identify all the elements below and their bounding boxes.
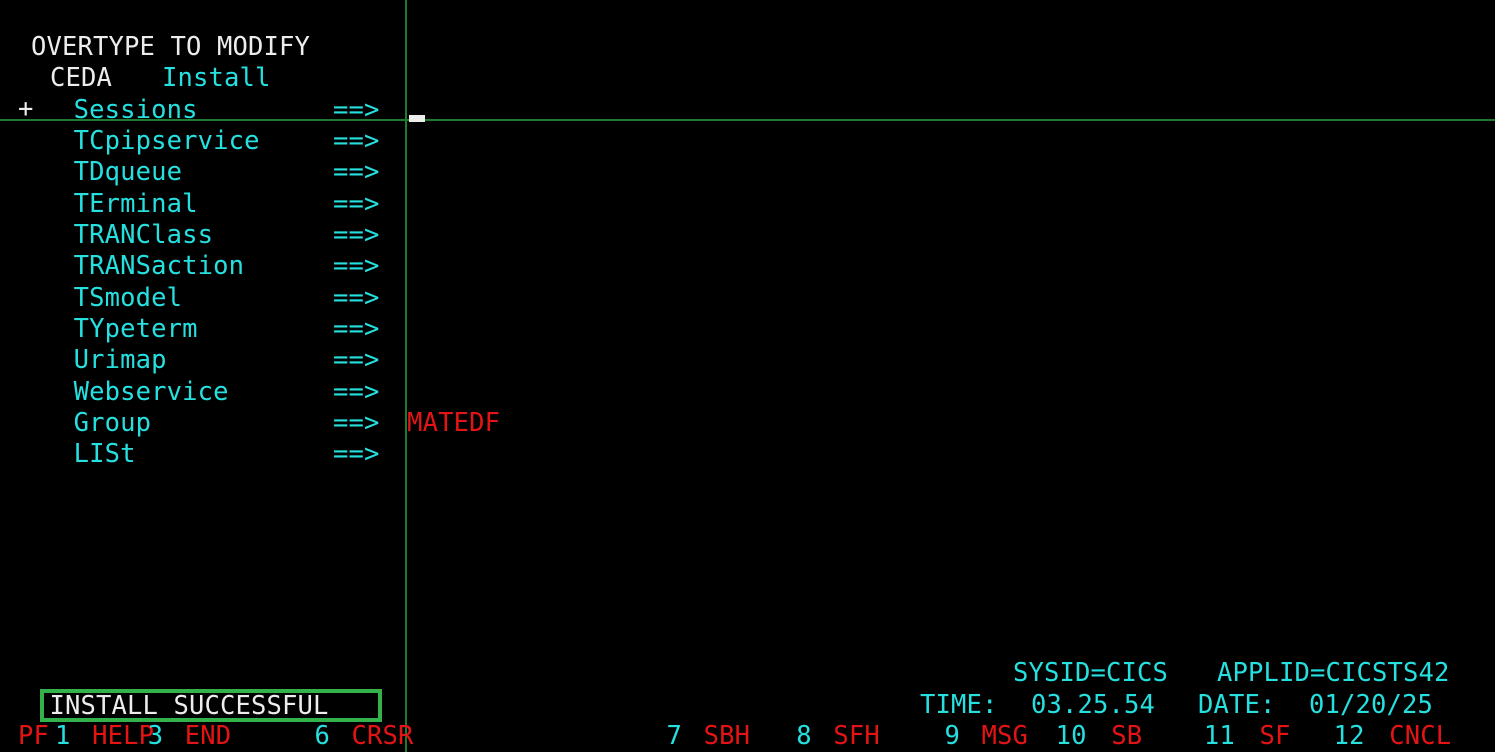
pf-key-label-sf[interactable]: SF <box>1260 721 1291 752</box>
field-arrow-urimap: ==> <box>333 345 380 376</box>
field-arrow-list: ==> <box>333 439 380 470</box>
field-arrow-terminal: ==> <box>333 188 380 219</box>
time-value: 03.25.54 <box>1031 690 1156 720</box>
field-arrow-tdqueue: ==> <box>333 157 380 188</box>
pf-key-number-9[interactable]: 9 <box>945 721 961 752</box>
field-value-typeterm[interactable] <box>407 314 555 345</box>
cursor-horizontal-rule <box>0 119 1495 122</box>
field-arrow-group: ==> <box>333 408 380 439</box>
field-value-urimap[interactable] <box>407 345 555 376</box>
field-label-tdqueue: TDqueue <box>73 157 183 188</box>
applid-label: APPLID=CICSTS42 <box>1217 658 1450 688</box>
field-arrow-webservice: ==> <box>333 376 380 407</box>
field-label-transaction: TRANSaction <box>73 251 245 282</box>
field-arrow-tcpipservice: ==> <box>333 126 380 157</box>
sysid-label: SYSID=CICS <box>1013 658 1169 688</box>
pf-key-number-11[interactable]: 11 <box>1204 721 1235 752</box>
field-label-tranclass: TRANClass <box>73 220 214 251</box>
field-value-tranclass[interactable] <box>407 220 555 251</box>
pf-key-label-cncl[interactable]: CNCL <box>1389 721 1451 752</box>
pf-key-label-msg[interactable]: MSG <box>982 721 1029 752</box>
field-value-tsmodel[interactable] <box>407 283 555 314</box>
field-value-sessions[interactable] <box>407 95 555 126</box>
field-label-tcpipservice: TCpipservice <box>73 126 260 157</box>
pf-key-label-help[interactable]: HELP <box>92 721 154 752</box>
field-label-webservice: Webservice <box>73 376 229 407</box>
field-value-tdqueue[interactable] <box>407 157 555 188</box>
field-label-tsmodel: TSmodel <box>73 282 183 313</box>
field-value-list[interactable] <box>407 439 555 470</box>
pf-key-number-10[interactable]: 10 <box>1056 721 1087 752</box>
field-value-webservice[interactable] <box>407 377 555 408</box>
field-label-typeterm: TYpeterm <box>73 314 198 345</box>
field-label-urimap: Urimap <box>73 345 167 376</box>
pf-key-label-sfh[interactable]: SFH <box>833 721 880 752</box>
status-message-box: INSTALL SUCCESSFUL <box>39 689 383 723</box>
pf-key-number-1[interactable]: 1 <box>55 721 71 752</box>
field-arrow-tsmodel: ==> <box>333 282 380 313</box>
scroll-up-indicator[interactable]: + <box>18 94 34 125</box>
field-value-terminal[interactable] <box>407 189 555 220</box>
field-label-terminal: TErminal <box>73 188 198 219</box>
date-label: DATE: <box>1198 690 1276 720</box>
field-arrow-typeterm: ==> <box>333 314 380 345</box>
field-arrow-sessions: ==> <box>333 94 380 125</box>
field-label-list: LISt <box>73 439 136 470</box>
pf-key-number-6[interactable]: 6 <box>314 721 330 752</box>
date-value: 01/20/25 <box>1309 690 1434 720</box>
terminal-screen[interactable]: OVERTYPE TO MODIFY CEDA Install + Sessio… <box>0 0 1495 752</box>
field-label-group: Group <box>73 408 152 439</box>
field-value-transaction[interactable] <box>407 251 555 282</box>
status-message-text: INSTALL SUCCESSFUL <box>49 691 329 722</box>
pf-key-label-sb[interactable]: SB <box>1111 721 1142 752</box>
pf-key-number-3[interactable]: 3 <box>148 721 164 752</box>
field-arrow-tranclass: ==> <box>333 220 380 251</box>
command-name: Install <box>162 63 271 93</box>
pf-key-number-7[interactable]: 7 <box>667 721 683 752</box>
overtype-hint: OVERTYPE TO MODIFY <box>31 32 311 62</box>
pf-key-number-12[interactable]: 12 <box>1334 721 1365 752</box>
pf-key-number-8[interactable]: 8 <box>796 721 812 752</box>
pf-key-label-sbh[interactable]: SBH <box>704 721 751 752</box>
field-value-tcpipservice[interactable] <box>407 126 555 157</box>
pf-prefix-label: PF <box>18 721 50 752</box>
field-arrow-transaction: ==> <box>333 251 380 282</box>
field-label-sessions: Sessions <box>73 94 198 125</box>
field-value-group[interactable]: MATEDF <box>407 408 555 439</box>
pf-key-label-crsr[interactable]: CRSR <box>352 721 414 752</box>
transaction-name: CEDA <box>50 63 113 93</box>
pf-key-label-end[interactable]: END <box>185 721 232 752</box>
time-label: TIME: <box>920 690 998 720</box>
